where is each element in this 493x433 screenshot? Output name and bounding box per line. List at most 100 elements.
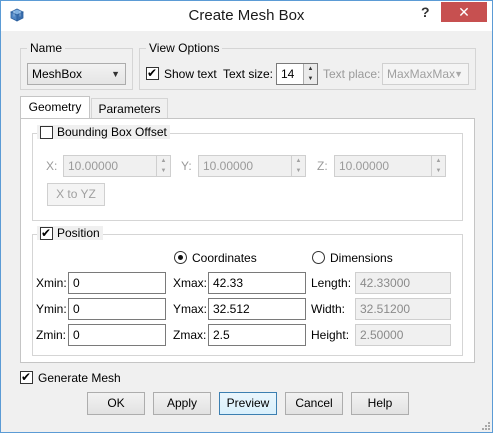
bounding-box-offset-header: Bounding Box Offset <box>37 125 170 139</box>
xmax-label: Xmax: <box>173 276 208 290</box>
x-to-yz-label: X to YZ <box>56 187 96 201</box>
text-place-label: Text place: <box>323 67 381 81</box>
name-combo[interactable]: MeshBox ▼ <box>27 63 126 85</box>
position-checkbox[interactable] <box>40 226 53 240</box>
offset-x-label: X: <box>46 159 58 173</box>
x-to-yz-button[interactable]: X to YZ <box>47 183 105 206</box>
chevron-down-icon: ▼ <box>111 69 120 79</box>
ymin-value: 0 <box>73 302 80 316</box>
dimensions-radio[interactable] <box>312 251 325 264</box>
xmax-value: 42.33 <box>213 276 244 290</box>
xmin-value: 0 <box>73 276 80 290</box>
zmax-value: 2.5 <box>213 328 230 342</box>
ok-label: OK <box>107 396 125 410</box>
close-icon: ✕ <box>458 4 470 20</box>
generate-mesh-label: Generate Mesh <box>38 371 121 385</box>
offset-z-label: Z: <box>317 159 328 173</box>
name-group-title: Name <box>27 41 66 55</box>
ymax-label: Ymax: <box>173 302 208 316</box>
position-header: Position <box>37 226 103 240</box>
view-options-group: View Options Show text Text size: 14 ▲ ▼… <box>139 41 476 90</box>
generate-mesh-checkbox[interactable] <box>20 370 33 384</box>
offset-x-spin[interactable]: ▲ ▼ <box>156 156 170 176</box>
zmax-input[interactable]: 2.5 <box>208 324 306 346</box>
zmin-label: Zmin: <box>36 328 66 342</box>
dimensions-label: Dimensions <box>330 251 393 265</box>
length-label: Length: <box>311 276 352 290</box>
view-options-title: View Options <box>146 41 223 55</box>
length-value: 42.33000 <box>360 276 411 290</box>
xmax-input[interactable]: 42.33 <box>208 272 306 294</box>
spin-up-icon[interactable]: ▲ <box>292 156 305 166</box>
text-size-spin[interactable]: ▲ ▼ <box>303 64 317 84</box>
width-field: 32.51200 <box>355 298 451 320</box>
geometry-tab-panel: Bounding Box Offset X: 10.00000 ▲ ▼ Y: 1… <box>20 118 475 363</box>
offset-y-spinbox[interactable]: 10.00000 ▲ ▼ <box>198 155 306 177</box>
show-text-label: Show text <box>164 67 217 81</box>
bounding-box-offset-group: Bounding Box Offset X: 10.00000 ▲ ▼ Y: 1… <box>32 125 463 221</box>
zmin-input[interactable]: 0 <box>68 324 166 346</box>
resize-grip-icon[interactable] <box>480 420 490 430</box>
help-label: Help <box>367 396 393 410</box>
window-title: Create Mesh Box <box>188 7 305 24</box>
cancel-button[interactable]: Cancel <box>285 392 343 415</box>
help-button[interactable]: Help <box>351 392 409 415</box>
text-place-value: MaxMaxMax <box>387 67 456 81</box>
ymax-input[interactable]: 32.512 <box>208 298 306 320</box>
close-button[interactable]: ✕ <box>441 2 487 22</box>
spin-down-icon[interactable]: ▼ <box>157 166 170 176</box>
offset-x-spinbox[interactable]: 10.00000 ▲ ▼ <box>63 155 171 177</box>
ymin-input[interactable]: 0 <box>68 298 166 320</box>
width-label: Width: <box>311 302 346 316</box>
offset-y-spin[interactable]: ▲ ▼ <box>291 156 305 176</box>
spin-down-icon[interactable]: ▼ <box>292 166 305 176</box>
bounding-box-offset-checkbox[interactable] <box>40 125 53 139</box>
tab-parameters[interactable]: Parameters <box>91 98 168 120</box>
zmax-label: Zmax: <box>173 328 207 342</box>
offset-x-value: 10.00000 <box>68 159 119 173</box>
height-label: Height: <box>311 328 350 342</box>
ok-button[interactable]: OK <box>87 392 145 415</box>
text-size-label: Text size: <box>223 67 274 81</box>
spin-up-icon[interactable]: ▲ <box>304 64 317 74</box>
offset-y-label: Y: <box>181 159 192 173</box>
name-group: Name MeshBox ▼ <box>20 41 133 90</box>
spin-up-icon[interactable]: ▲ <box>432 156 445 166</box>
xmin-label: Xmin: <box>36 276 67 290</box>
zmin-value: 0 <box>73 328 80 342</box>
text-size-spinbox[interactable]: 14 ▲ ▼ <box>276 63 318 85</box>
ymin-label: Ymin: <box>36 302 67 316</box>
tab-geometry[interactable]: Geometry <box>20 96 90 120</box>
text-place-combo[interactable]: MaxMaxMax ▼ <box>382 63 469 85</box>
ymax-value: 32.512 <box>213 302 250 316</box>
offset-z-value: 10.00000 <box>339 159 390 173</box>
width-value: 32.51200 <box>360 302 411 316</box>
create-mesh-box-dialog: Create Mesh Box ? ✕ Name MeshBox ▼ View … <box>0 0 493 433</box>
name-combo-value: MeshBox <box>32 67 83 81</box>
bounding-box-offset-label: Bounding Box Offset <box>57 125 167 139</box>
tab-geometry-label: Geometry <box>28 100 82 114</box>
spin-down-icon[interactable]: ▼ <box>304 74 317 84</box>
xmin-input[interactable]: 0 <box>68 272 166 294</box>
text-size-value: 14 <box>281 67 295 81</box>
preview-label: Preview <box>226 396 270 410</box>
position-label: Position <box>57 226 100 240</box>
cancel-label: Cancel <box>295 396 333 410</box>
offset-y-value: 10.00000 <box>203 159 254 173</box>
height-field: 2.50000 <box>355 324 451 346</box>
spin-down-icon[interactable]: ▼ <box>432 166 445 176</box>
height-value: 2.50000 <box>360 328 404 342</box>
offset-z-spinbox[interactable]: 10.00000 ▲ ▼ <box>334 155 446 177</box>
coordinates-label: Coordinates <box>192 251 257 265</box>
help-icon[interactable]: ? <box>421 4 435 24</box>
preview-button[interactable]: Preview <box>219 392 277 415</box>
chevron-down-icon: ▼ <box>454 69 463 79</box>
apply-label: Apply <box>166 396 198 410</box>
offset-z-spin[interactable]: ▲ ▼ <box>431 156 445 176</box>
show-text-checkbox[interactable] <box>146 66 159 80</box>
title-bar[interactable]: Create Mesh Box ? ✕ <box>1 1 492 31</box>
apply-button[interactable]: Apply <box>153 392 211 415</box>
spin-up-icon[interactable]: ▲ <box>157 156 170 166</box>
coordinates-radio[interactable] <box>174 251 187 264</box>
tab-parameters-label: Parameters <box>98 102 161 116</box>
